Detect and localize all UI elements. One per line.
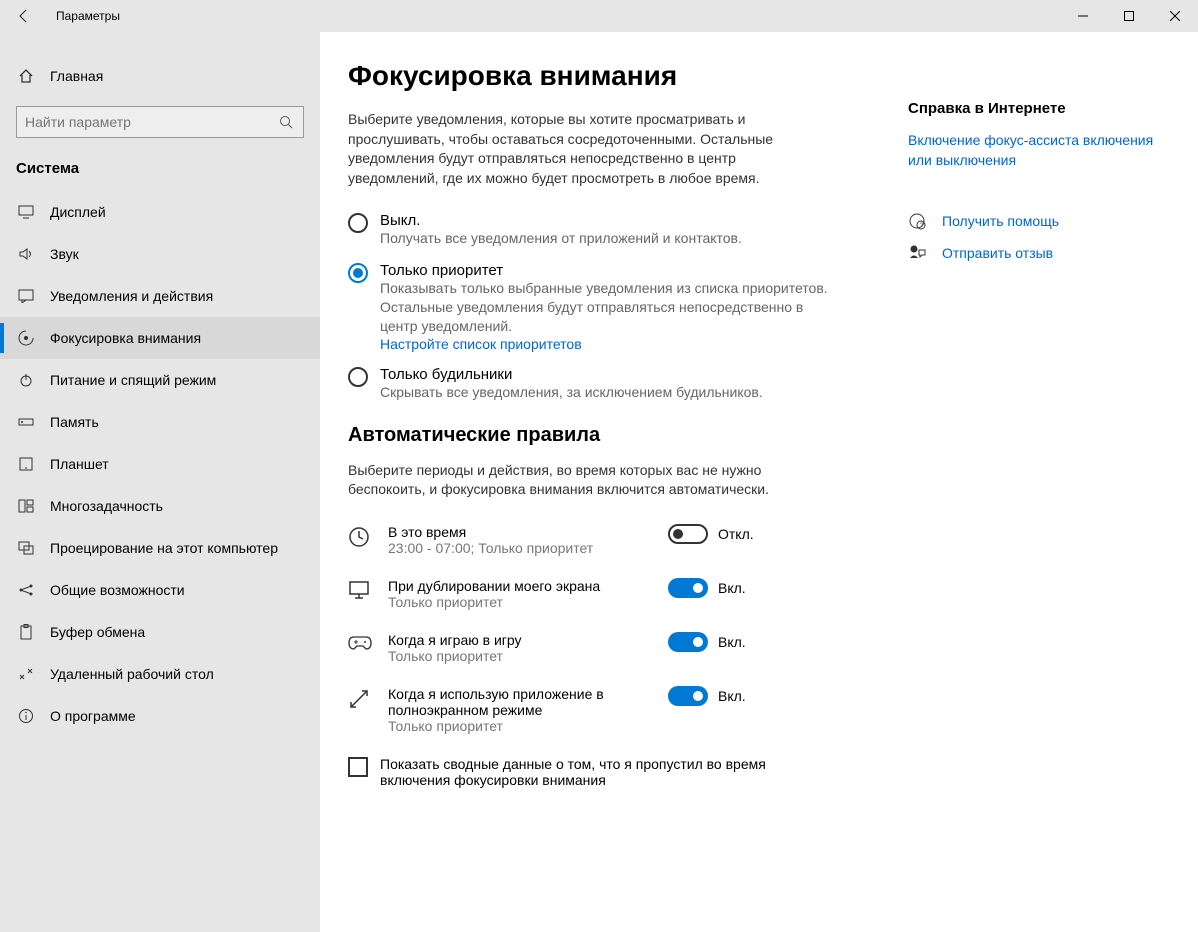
display-icon bbox=[16, 205, 36, 219]
rule-time[interactable]: В это время23:00 - 07:00; Только приорит… bbox=[348, 524, 908, 556]
radio-button[interactable] bbox=[348, 213, 368, 233]
checkbox[interactable] bbox=[348, 757, 368, 777]
search-box[interactable] bbox=[16, 106, 304, 138]
sidebar-item-focus-assist[interactable]: Фокусировка внимания bbox=[0, 317, 320, 359]
sidebar: Главная Система Дисплей Звук Уведомления… bbox=[0, 32, 320, 932]
radio-alarms[interactable]: Только будильники Скрывать все уведомлен… bbox=[348, 366, 828, 402]
window-title: Параметры bbox=[48, 9, 120, 23]
aside-help-link[interactable]: Включение фокус-ассиста включения или вы… bbox=[908, 131, 1168, 170]
sidebar-item-remote[interactable]: Удаленный рабочий стол bbox=[0, 653, 320, 695]
maximize-button[interactable] bbox=[1106, 0, 1152, 32]
rules-intro: Выберите периоды и действия, во время ко… bbox=[348, 461, 808, 500]
page-intro: Выберите уведомления, которые вы хотите … bbox=[348, 110, 808, 188]
projecting-icon bbox=[16, 541, 36, 555]
home-icon bbox=[16, 68, 36, 84]
info-icon bbox=[16, 708, 36, 724]
sidebar-category: Система bbox=[0, 160, 320, 191]
rule-fullscreen[interactable]: Когда я использую приложение в полноэкра… bbox=[348, 686, 908, 734]
clipboard-icon bbox=[16, 624, 36, 640]
radio-button[interactable] bbox=[348, 263, 368, 283]
search-icon bbox=[279, 115, 295, 129]
summary-checkbox-label: Показать сводные данные о том, что я про… bbox=[380, 756, 828, 788]
remote-icon bbox=[16, 667, 36, 681]
close-button[interactable] bbox=[1152, 0, 1198, 32]
sidebar-item-tablet[interactable]: Планшет bbox=[0, 443, 320, 485]
tablet-icon bbox=[16, 457, 36, 471]
rule-toggle[interactable] bbox=[668, 578, 708, 598]
aside-panel: Справка в Интернете Включение фокус-асси… bbox=[908, 60, 1168, 932]
sidebar-item-power[interactable]: Питание и спящий режим bbox=[0, 359, 320, 401]
radio-button[interactable] bbox=[348, 367, 368, 387]
summary-checkbox-row[interactable]: Показать сводные данные о том, что я про… bbox=[348, 756, 828, 788]
rule-toggle[interactable] bbox=[668, 686, 708, 706]
titlebar: Параметры bbox=[0, 0, 1198, 32]
clock-icon bbox=[348, 526, 372, 548]
feedback-icon bbox=[908, 244, 928, 262]
priority-list-link[interactable]: Настройте список приоритетов bbox=[380, 336, 828, 352]
rule-duplicating[interactable]: При дублировании моего экранаТолько прио… bbox=[348, 578, 908, 610]
rule-toggle[interactable] bbox=[668, 632, 708, 652]
sidebar-item-clipboard[interactable]: Буфер обмена bbox=[0, 611, 320, 653]
sidebar-home-label: Главная bbox=[50, 68, 103, 84]
sidebar-item-notifications[interactable]: Уведомления и действия bbox=[0, 275, 320, 317]
rule-gaming[interactable]: Когда я играю в игруТолько приоритет Вкл… bbox=[348, 632, 908, 664]
focus-icon bbox=[16, 330, 36, 346]
sidebar-item-display[interactable]: Дисплей bbox=[0, 191, 320, 233]
search-input[interactable] bbox=[25, 114, 279, 130]
sound-icon bbox=[16, 247, 36, 261]
radio-priority[interactable]: Только приоритет Показывать только выбра… bbox=[348, 262, 828, 352]
shared-icon bbox=[16, 582, 36, 598]
minimize-button[interactable] bbox=[1060, 0, 1106, 32]
sidebar-item-about[interactable]: О программе bbox=[0, 695, 320, 737]
radio-off[interactable]: Выкл. Получать все уведомления от прилож… bbox=[348, 212, 828, 248]
rule-toggle[interactable] bbox=[668, 524, 708, 544]
sidebar-item-storage[interactable]: Память bbox=[0, 401, 320, 443]
gamepad-icon bbox=[348, 634, 372, 652]
get-help-icon: ? bbox=[908, 212, 928, 230]
monitor-icon bbox=[348, 580, 372, 600]
page-title: Фокусировка внимания bbox=[348, 60, 908, 92]
storage-icon bbox=[16, 416, 36, 428]
notifications-icon bbox=[16, 289, 36, 303]
power-icon bbox=[16, 372, 36, 388]
fullscreen-icon bbox=[348, 688, 372, 710]
rules-heading: Автоматические правила bbox=[348, 424, 908, 447]
get-help-row[interactable]: ? Получить помощь bbox=[908, 212, 1168, 230]
main-content: Фокусировка внимания Выберите уведомлени… bbox=[348, 60, 908, 932]
feedback-row[interactable]: Отправить отзыв bbox=[908, 244, 1168, 262]
multitasking-icon bbox=[16, 499, 36, 513]
aside-help-heading: Справка в Интернете bbox=[908, 100, 1168, 117]
sidebar-item-projecting[interactable]: Проецирование на этот компьютер bbox=[0, 527, 320, 569]
sidebar-item-multitasking[interactable]: Многозадачность bbox=[0, 485, 320, 527]
sidebar-item-shared[interactable]: Общие возможности bbox=[0, 569, 320, 611]
back-button[interactable] bbox=[0, 0, 48, 32]
sidebar-item-sound[interactable]: Звук bbox=[0, 233, 320, 275]
sidebar-home[interactable]: Главная bbox=[0, 56, 320, 96]
